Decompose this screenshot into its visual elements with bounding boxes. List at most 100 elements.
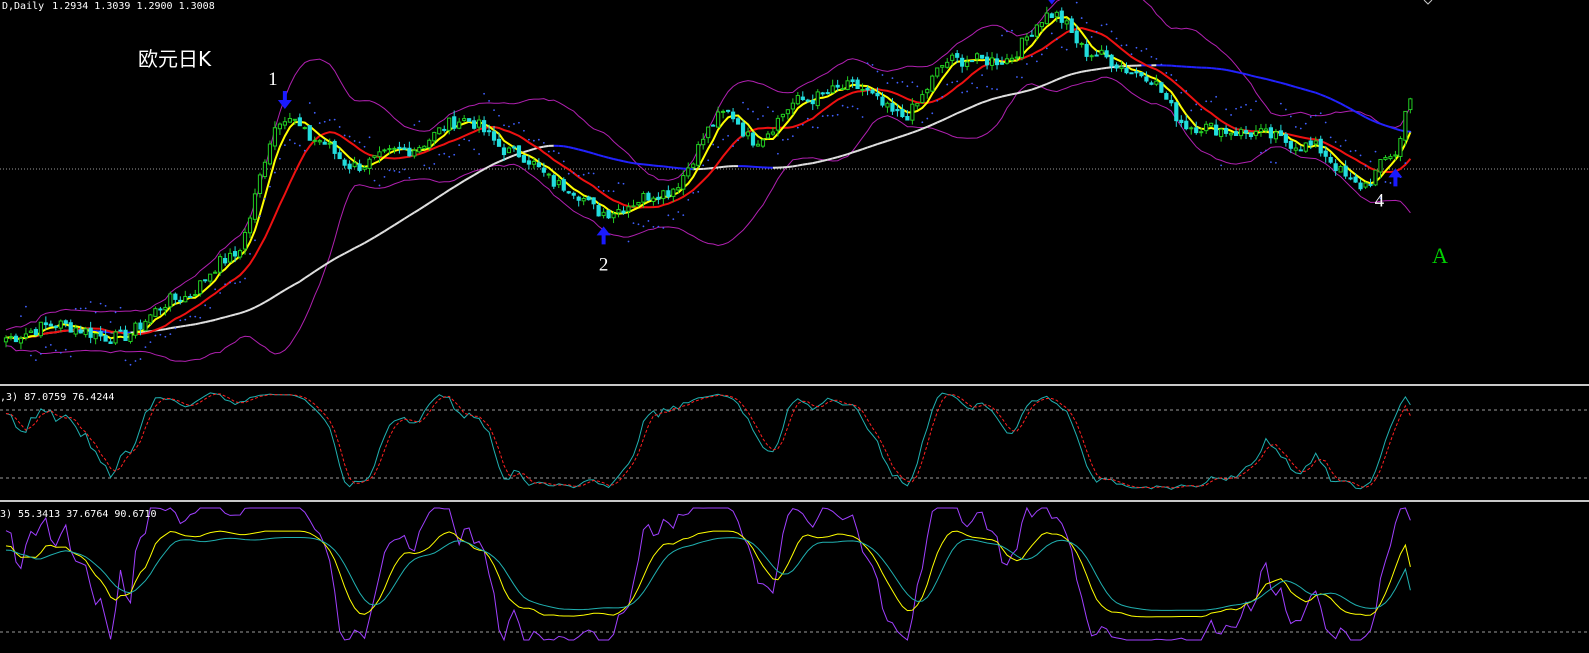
- candle-body: [118, 329, 123, 332]
- ma-slow-segment: [1091, 68, 1097, 72]
- candle: [561, 177, 566, 193]
- candle-body: [457, 121, 462, 129]
- candle-body: [232, 251, 238, 257]
- sar-dot: [607, 190, 610, 192]
- sar-dot: [662, 227, 665, 229]
- pane-separator-1[interactable]: [0, 384, 1589, 386]
- candle: [521, 154, 527, 163]
- sar-dot: [722, 138, 725, 141]
- candle-body: [397, 146, 402, 150]
- sar-dot: [64, 348, 67, 351]
- ma-slow-segment: [1290, 84, 1297, 88]
- candle-body: [347, 163, 352, 169]
- sar-dot: [523, 129, 525, 132]
- sar-dot: [677, 211, 680, 213]
- sar-dot: [1215, 95, 1218, 98]
- ma-slow-segment: [190, 323, 196, 327]
- candle-body: [387, 148, 392, 151]
- sar-dot: [976, 86, 978, 89]
- candle-body: [646, 192, 651, 201]
- sar-dot: [1140, 50, 1143, 52]
- sar-dot: [831, 114, 834, 117]
- sar-dot: [154, 334, 157, 337]
- sar-dot: [209, 306, 212, 309]
- sar-dot: [1100, 24, 1103, 27]
- sar-dot: [25, 305, 27, 308]
- candle-body: [1094, 54, 1099, 57]
- sar-dot: [1384, 181, 1387, 183]
- sar-dot: [1110, 30, 1113, 33]
- sar-dot: [991, 87, 993, 90]
- sar-dot: [1409, 130, 1412, 133]
- candle-body: [955, 53, 960, 58]
- candle-body: [1313, 140, 1318, 145]
- candle-body: [770, 131, 776, 135]
- candle-body: [1219, 128, 1224, 138]
- sar-dot: [453, 153, 456, 156]
- sar-dot: [1265, 149, 1267, 152]
- sar-dot: [458, 144, 461, 146]
- sar-dot: [204, 304, 207, 307]
- ma-slow-segment: [588, 151, 594, 155]
- sar-dot: [503, 124, 505, 127]
- ma-slow-segment: [1071, 71, 1077, 76]
- sar-dot: [1006, 30, 1008, 33]
- sar-dot: [358, 141, 361, 144]
- sar-dot: [438, 153, 441, 156]
- candle-body: [606, 210, 611, 219]
- candle: [1159, 81, 1164, 94]
- candle-body: [865, 87, 870, 91]
- candle-body: [765, 133, 771, 139]
- candle-body: [163, 306, 168, 311]
- ma-slow-segment: [608, 156, 614, 160]
- candle-body: [1298, 149, 1303, 152]
- sar-dot: [752, 110, 754, 113]
- candle-body: [706, 126, 711, 139]
- candle-body: [566, 191, 571, 194]
- sar-dot: [174, 327, 177, 330]
- sar-dot: [124, 359, 127, 362]
- sar-dot: [1016, 76, 1018, 78]
- candle-body: [277, 123, 282, 130]
- sar-dot: [1026, 63, 1028, 65]
- candle-body: [1164, 93, 1169, 100]
- sar-dot: [796, 126, 799, 129]
- sar-dot: [488, 100, 490, 102]
- candle-body: [13, 335, 19, 343]
- ma-slow-segment: [543, 144, 549, 148]
- candle-body: [905, 116, 910, 121]
- sar-dot: [861, 116, 864, 118]
- candle: [307, 125, 312, 141]
- sar-dot: [1299, 127, 1302, 130]
- sar-dot: [428, 167, 431, 169]
- sar-dot: [129, 363, 132, 366]
- annotation-label-4: 4: [1375, 190, 1385, 211]
- ma-slow-segment: [1081, 69, 1087, 73]
- pane-separator-2[interactable]: [0, 500, 1589, 502]
- ma-slow-segment: [185, 324, 191, 327]
- symbol-period: D,Daily: [2, 1, 44, 12]
- symbol-label: D,Daily 1.2934 1.3039 1.2900 1.3008: [2, 1, 215, 12]
- sar-dot: [288, 139, 291, 141]
- candle-body: [312, 139, 317, 142]
- sar-dot: [717, 146, 720, 149]
- candle-body: [745, 131, 751, 137]
- sar-dot: [1294, 126, 1297, 128]
- sar-dot: [1364, 164, 1367, 167]
- sar-dot: [1359, 154, 1362, 157]
- candle-body: [979, 54, 985, 59]
- sar-dot: [946, 83, 949, 86]
- sar-dot: [1319, 112, 1322, 115]
- candle-body: [721, 110, 726, 113]
- candle-body: [571, 192, 576, 196]
- ma-slow-segment: [160, 328, 166, 331]
- candle-body: [148, 314, 153, 324]
- candle-body: [686, 167, 691, 177]
- sar-dot: [159, 333, 162, 336]
- candle-body: [701, 138, 706, 146]
- sar-dot: [841, 104, 844, 107]
- sar-dot: [249, 252, 251, 255]
- candle-body: [322, 141, 327, 145]
- candle-body: [810, 100, 815, 105]
- sar-dot: [1080, 17, 1083, 19]
